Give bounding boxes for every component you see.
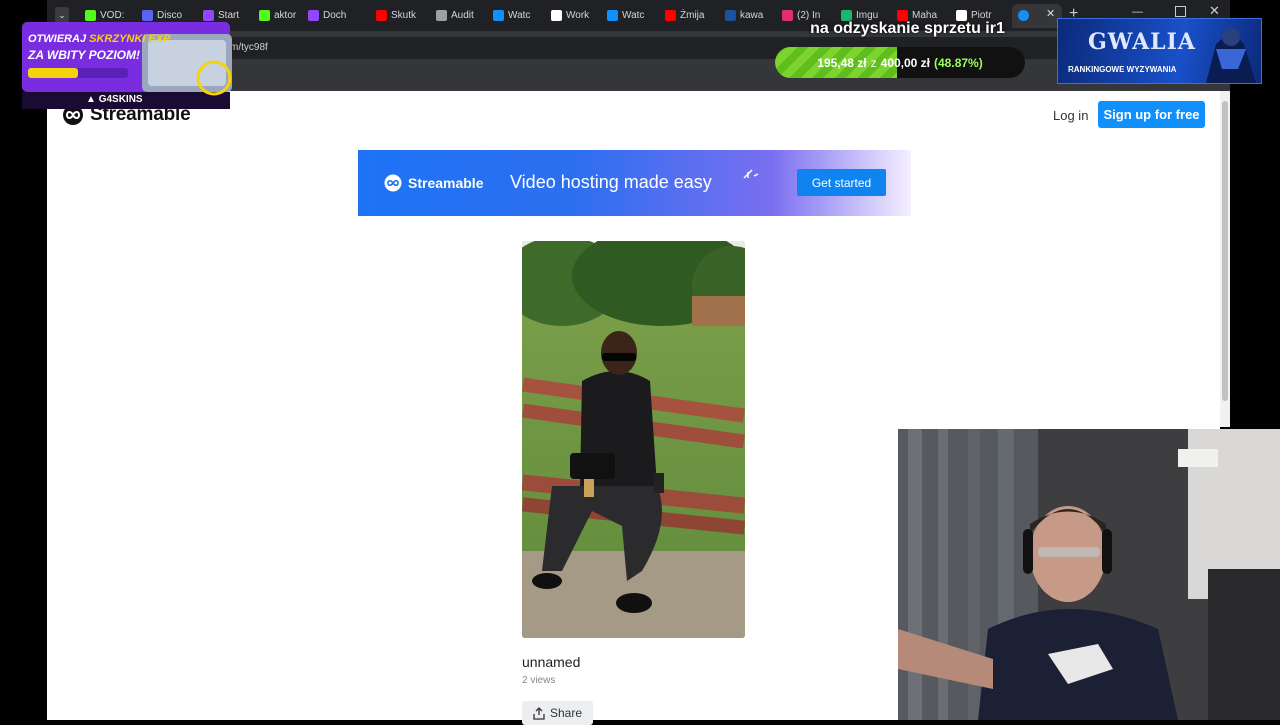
promo-text-line1: OTWIERAJ SKRZYNKI EXP: [28, 33, 170, 45]
goal-progress-bar: 195,48 zł z 400,00 zł (48.87%): [775, 47, 1025, 78]
kick-icon: [259, 9, 270, 21]
ad-banner[interactable]: Streamable Video hosting made easy Get s…: [358, 150, 911, 216]
imgur-icon: [841, 9, 852, 21]
webcam-frame: [898, 429, 1280, 720]
browser-tab-label: Watc: [508, 9, 531, 21]
share-label: Share: [549, 706, 583, 720]
share-button[interactable]: Share: [522, 701, 593, 725]
browser-tab[interactable]: Work: [551, 6, 601, 24]
browser-tab-label: Work: [566, 9, 590, 21]
browser-tab[interactable]: Skutk: [376, 6, 426, 24]
video-title: unnamed: [522, 654, 581, 670]
banner-headline: Video hosting made easy: [510, 172, 712, 192]
close-window-button[interactable]: ✕: [1209, 3, 1220, 19]
goal-title: na odzyskanie sprzetu ir1: [810, 20, 1005, 37]
browser-tab[interactable]: Żmija: [665, 6, 715, 24]
promo-highlight-text: SKRZYNKI EXP: [89, 33, 171, 45]
warrior-figure: [1206, 28, 1256, 83]
browser-tab-label: kawa: [740, 9, 764, 21]
streamer-webcam: [898, 429, 1280, 720]
browser-tab-label: Watc: [622, 9, 645, 21]
gwalia-subtitle: RANKINGOWE WYZYWANIA: [1068, 65, 1177, 74]
browser-tab-label: Imgu: [856, 9, 879, 21]
browser-tab[interactable]: Doch: [308, 6, 358, 24]
g4skins-logo-icon: ▲: [86, 94, 96, 105]
browser-tab-label: Skutk: [391, 9, 417, 21]
streamable-icon: [607, 9, 618, 21]
browser-tab[interactable]: aktor: [259, 6, 309, 24]
goal-percent: (48.87%): [934, 55, 983, 70]
goal-current: 195,48 zł: [817, 55, 867, 70]
news-icon: [725, 9, 736, 21]
maximize-button[interactable]: [1175, 6, 1186, 17]
login-link[interactable]: Log in: [1053, 108, 1088, 123]
browser-tab-label: Piotr: [971, 9, 992, 21]
instagram-icon: [782, 9, 793, 21]
twitch-icon: [308, 9, 319, 21]
promo-text-line2: ZA WBITY POZIOM!: [28, 48, 140, 62]
browser-tab-label: aktor: [274, 9, 297, 21]
banner-brand-text: Streamable: [408, 175, 484, 191]
share-icon: [533, 706, 545, 720]
x-icon: [956, 9, 967, 21]
browser-tab[interactable]: Watc: [607, 6, 657, 24]
youtube-icon: [376, 9, 387, 21]
browser-tab[interactable]: kawa: [725, 6, 775, 24]
browser-tab[interactable]: Watc: [493, 6, 543, 24]
globe-icon: [436, 9, 447, 21]
sparkle-icon: [743, 169, 759, 179]
scrollbar-thumb[interactable]: [1222, 101, 1228, 401]
streamable-icon: [493, 9, 504, 21]
browser-tab[interactable]: Audit: [436, 6, 486, 24]
promo-brand: ▲ G4SKINS: [86, 94, 143, 105]
tiktok-icon: [551, 9, 562, 21]
video-view-count: 2 views: [522, 675, 556, 686]
browser-tab-label: (2) In: [797, 9, 821, 21]
browser-tab-label: Audit: [451, 9, 474, 21]
banner-brand: Streamable: [384, 174, 483, 192]
browser-tab-label: Doch: [323, 9, 347, 21]
promo-open-text: OTWIERAJ: [28, 33, 87, 45]
browser-tab-label: Żmija: [680, 9, 705, 21]
banner-get-started-button[interactable]: Get started: [797, 169, 886, 196]
promo-brand-text: G4SKINS: [98, 94, 143, 105]
goal-target: 400,00 zł: [880, 55, 931, 70]
minimize-button[interactable]: —: [1132, 6, 1143, 18]
close-tab-icon[interactable]: ✕: [1046, 7, 1055, 20]
video-player[interactable]: [522, 241, 745, 638]
video-frame: [522, 241, 745, 638]
gwalia-banner-overlay: GWALIA RANKINGOWE WYZYWANIA: [1057, 18, 1262, 84]
signup-button[interactable]: Sign up for free: [1098, 101, 1205, 128]
browser-tab-label: Maha: [912, 9, 938, 21]
page-scrollbar[interactable]: [1220, 91, 1230, 427]
youtube-icon: [897, 9, 908, 21]
goal-amounts: 195,48 zł z 400,00 zł (48.87%): [775, 47, 1025, 78]
youtube-icon: [665, 9, 676, 21]
g4skins-promo-overlay: OTWIERAJ SKRZYNKI EXP ZA WBITY POZIOM! ▲…: [14, 16, 238, 109]
goal-separator: z: [870, 55, 877, 70]
donation-goal-widget: na odzyskanie sprzetu ir1 195,48 zł z 40…: [775, 20, 1040, 80]
streamable-icon: [384, 174, 402, 192]
gwalia-title: GWALIA: [1088, 29, 1196, 55]
